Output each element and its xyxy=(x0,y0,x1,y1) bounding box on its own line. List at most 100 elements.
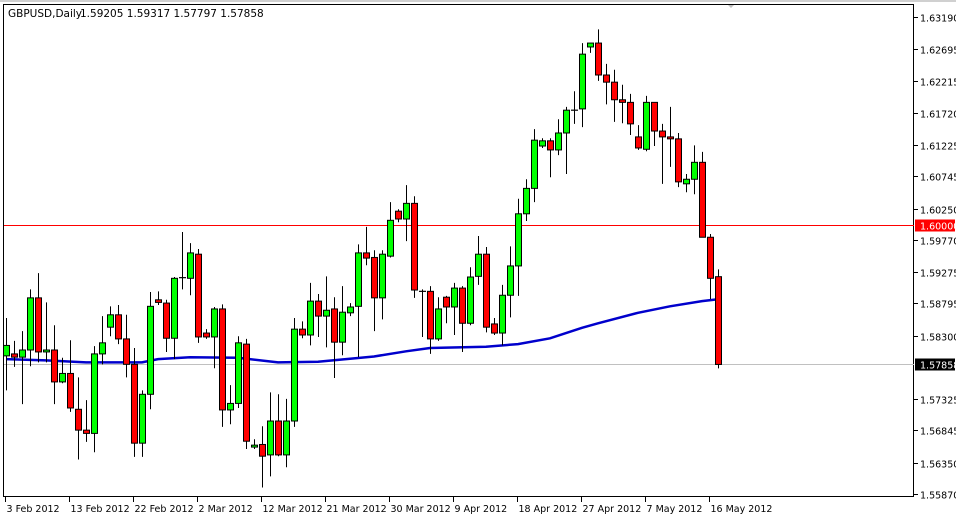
candle-body-bullish xyxy=(379,253,386,299)
candle-body-bullish xyxy=(515,213,522,267)
candle-body-bullish xyxy=(91,353,98,434)
candle-body-bullish xyxy=(403,202,410,220)
candle-body-bullish xyxy=(267,420,274,456)
x-tick-label: 9 Apr 2012 xyxy=(455,504,508,515)
candle-body-bearish xyxy=(195,253,202,338)
chart-ohlc-readout: 1.59205 1.59317 1.57797 1.57858 xyxy=(80,8,264,20)
y-tick-label: 1.55870 xyxy=(920,491,956,502)
candle-30 xyxy=(235,336,242,408)
candle-body-bullish xyxy=(587,42,594,48)
candle-body-bearish xyxy=(155,299,162,303)
candle-body-bullish xyxy=(507,265,514,296)
candle-body-bullish xyxy=(99,342,106,355)
x-tick-label: 30 Mar 2012 xyxy=(391,504,451,515)
candle-body-bullish xyxy=(235,342,242,404)
candle-body-bullish xyxy=(467,276,474,324)
candle-28 xyxy=(219,304,226,427)
candle-31 xyxy=(243,338,250,450)
candle-body-bullish xyxy=(387,219,394,257)
candle-body-bullish xyxy=(251,444,258,448)
candle-body-bullish xyxy=(3,344,10,357)
candle-body-bullish xyxy=(499,294,506,334)
candle-body-bearish xyxy=(243,343,250,442)
candle-body-bearish xyxy=(611,81,618,101)
candle-body-bullish xyxy=(579,53,586,110)
candle-61 xyxy=(483,247,490,333)
candle-body-bearish xyxy=(67,372,74,409)
y-tick-label: 1.61225 xyxy=(920,142,956,153)
x-tick-label: 16 May 2012 xyxy=(711,504,773,515)
candle-37 xyxy=(291,318,298,427)
candle-body-bullish xyxy=(347,306,354,314)
candle-body-bearish xyxy=(619,99,626,103)
candle-body-bearish xyxy=(707,236,714,279)
candle-body-bullish xyxy=(555,132,562,151)
candle-body-bearish xyxy=(259,443,266,457)
candle-body-bearish xyxy=(483,253,490,328)
candle-body-bearish xyxy=(331,308,338,343)
candle-body-bullish xyxy=(227,402,234,411)
x-tick-label: 21 Mar 2012 xyxy=(327,504,387,515)
candle-81 xyxy=(643,95,650,152)
candle-body-bearish xyxy=(219,308,226,411)
chart-symbol-label: GBPUSD,Daily xyxy=(8,8,82,20)
candle-body-bearish xyxy=(275,420,282,456)
candle-body-bearish xyxy=(411,202,418,291)
candle-body-bullish xyxy=(683,178,690,185)
y-tick-label: 1.61720 xyxy=(920,110,956,121)
x-tick-label: 13 Feb 2012 xyxy=(71,504,130,515)
candle-body-bullish xyxy=(171,277,178,339)
candle-body-bearish xyxy=(163,302,170,339)
candle-body-bearish xyxy=(667,136,674,140)
candle-body-bearish xyxy=(35,297,42,353)
y-tick-label: 1.56350 xyxy=(920,460,956,471)
candle-52 xyxy=(411,196,418,298)
candle-body-bearish xyxy=(635,136,642,149)
x-tick-label: 22 Feb 2012 xyxy=(135,504,194,515)
candle-body-bearish xyxy=(395,210,402,220)
candle-body-bearish xyxy=(11,353,18,358)
level-price-label: 1.60000 xyxy=(920,222,956,233)
candle-body-bullish xyxy=(107,314,114,328)
candle-body-bearish xyxy=(651,101,658,132)
candle-body-bullish xyxy=(211,308,218,338)
candle-body-bearish xyxy=(491,323,498,334)
candle-body-bearish xyxy=(51,349,58,383)
candle-body-bullish xyxy=(187,252,194,279)
candle-body-bullish xyxy=(355,252,362,307)
candle-25 xyxy=(195,248,202,343)
candle-88 xyxy=(699,151,706,238)
candle-90 xyxy=(715,269,722,369)
candle-body-bullish xyxy=(27,297,34,351)
y-tick-label: 1.57325 xyxy=(920,396,956,407)
candle-body-bullish xyxy=(475,253,482,277)
x-tick-label: 12 Mar 2012 xyxy=(263,504,323,515)
candle-85 xyxy=(675,132,682,188)
candle-body-bearish xyxy=(459,287,466,324)
candle-body-bullish xyxy=(339,311,346,343)
candle-body-bullish xyxy=(291,328,298,422)
candle-body-bearish xyxy=(547,140,554,151)
candle-body-bullish xyxy=(307,300,314,336)
candle-body-bullish xyxy=(323,309,330,317)
y-tick-label: 1.58795 xyxy=(920,300,956,311)
current-price-label: 1.57858 xyxy=(920,361,956,372)
price-chart[interactable]: 1.63190 1.62695 1.62215 1.61720 1.61225 1.607… xyxy=(0,0,956,519)
candle-body-bearish xyxy=(123,338,130,365)
y-tick-label: 1.58300 xyxy=(920,333,956,344)
candle-body-bearish xyxy=(715,276,722,365)
candle-body-bearish xyxy=(675,138,682,183)
candle-body-bullish xyxy=(539,140,546,147)
y-tick-label: 1.62695 xyxy=(920,46,956,57)
x-tick-label: 3 Feb 2012 xyxy=(7,504,60,515)
candle-body-bullish xyxy=(531,139,538,189)
x-tick-label: 7 May 2012 xyxy=(647,504,703,515)
candle-17 xyxy=(131,348,138,457)
candle-body-bullish xyxy=(147,305,154,395)
x-tick-label: 27 Apr 2012 xyxy=(583,504,642,515)
candle-body-bearish xyxy=(131,363,138,444)
y-tick-label: 1.60745 xyxy=(920,173,956,184)
candle-body-bullish xyxy=(139,393,146,444)
candle-body-bearish xyxy=(75,408,82,431)
candle-body-bullish xyxy=(19,349,26,358)
